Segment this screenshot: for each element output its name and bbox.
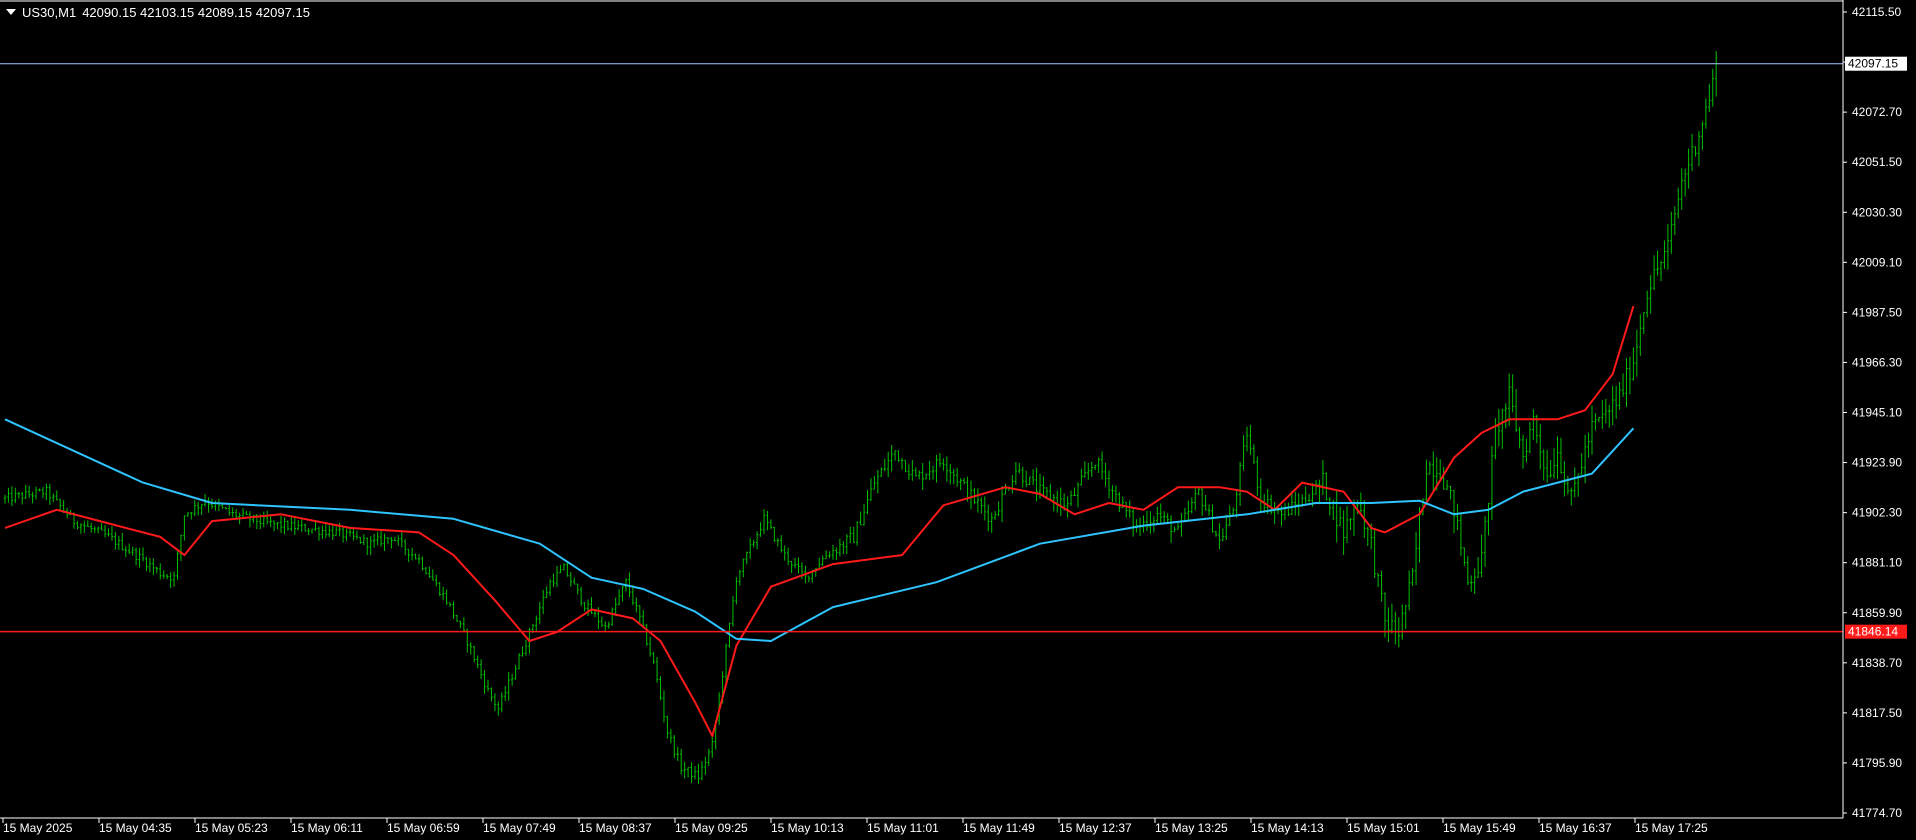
x-tick-label: 15 May 06:11 (291, 821, 363, 835)
x-tick-label: 15 May 11:49 (963, 821, 1035, 835)
y-tick-label: 42115.50 (1852, 5, 1901, 19)
price-chart[interactable]: 42115.5042094.3042072.7042051.5042030.30… (0, 0, 1916, 840)
chart-header: US30,M1 42090.15 42103.15 42089.15 42097… (4, 4, 310, 20)
y-tick-label: 41795.90 (1852, 756, 1902, 770)
y-tick-label: 41987.50 (1852, 305, 1902, 319)
x-tick-label: 15 May 07:49 (483, 821, 556, 835)
y-tick-label: 41881.10 (1852, 556, 1902, 570)
x-tick-label: 15 May 2025 (3, 821, 73, 835)
x-tick-label: 15 May 08:37 (579, 821, 652, 835)
x-tick-label: 15 May 12:37 (1059, 821, 1132, 835)
x-tick-label: 15 May 13:25 (1155, 821, 1228, 835)
chart-background (0, 0, 1916, 840)
x-tick-label: 15 May 16:37 (1539, 821, 1612, 835)
y-tick-label: 41817.50 (1852, 706, 1902, 720)
x-tick-label: 15 May 15:49 (1443, 821, 1516, 835)
y-tick-label: 41923.90 (1852, 456, 1902, 470)
y-tick-label: 41945.10 (1852, 406, 1902, 420)
x-tick-label: 15 May 17:25 (1635, 821, 1708, 835)
symbol-label: US30,M1 (22, 4, 77, 20)
y-tick-label: 42072.70 (1852, 105, 1902, 119)
level-price-label: 41846.14 (1848, 625, 1898, 639)
x-tick-label: 15 May 04:35 (99, 821, 172, 835)
x-tick-label: 15 May 15:01 (1347, 821, 1420, 835)
y-tick-label: 41902.30 (1852, 506, 1902, 520)
bid-price-label: 42097.15 (1848, 57, 1898, 71)
x-tick-label: 15 May 10:13 (771, 821, 844, 835)
ohlc-values: 42090.15 42103.15 42089.15 42097.15 (82, 4, 310, 20)
x-tick-label: 15 May 14:13 (1251, 821, 1324, 835)
y-tick-label: 41774.70 (1852, 806, 1902, 820)
y-tick-label: 41838.70 (1852, 656, 1902, 670)
y-tick-label: 41966.30 (1852, 355, 1902, 369)
x-tick-label: 15 May 09:25 (675, 821, 748, 835)
y-tick-label: 42051.50 (1852, 155, 1902, 169)
y-tick-label: 42009.10 (1852, 255, 1902, 269)
x-tick-label: 15 May 05:23 (195, 821, 268, 835)
x-tick-label: 15 May 11:01 (867, 821, 939, 835)
x-tick-label: 15 May 06:59 (387, 821, 460, 835)
triangle-down-icon[interactable] (6, 9, 16, 15)
y-tick-label: 41859.90 (1852, 606, 1902, 620)
y-tick-label: 42030.30 (1852, 205, 1902, 219)
